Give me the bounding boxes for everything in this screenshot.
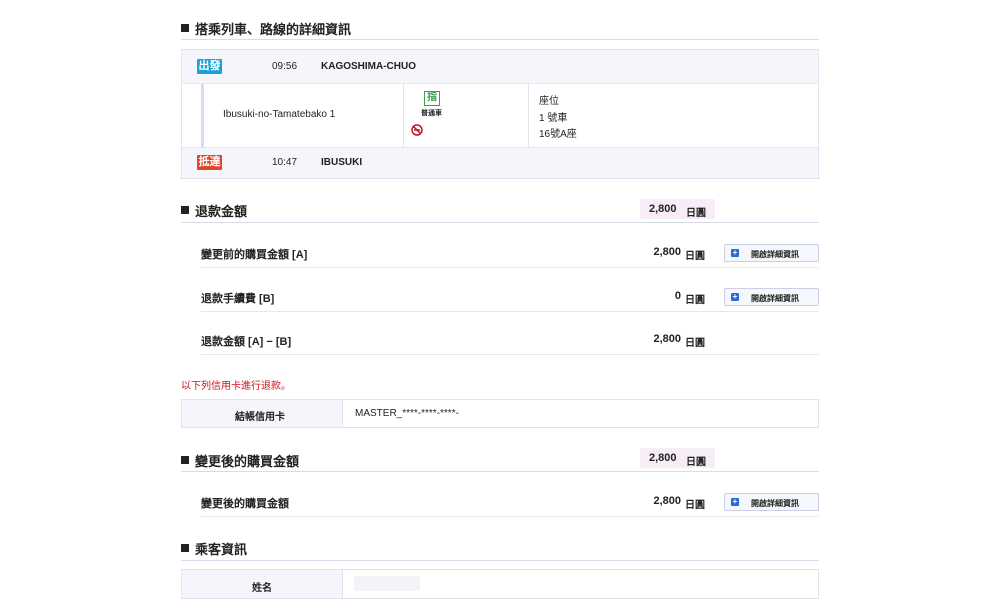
refund-section-header: 退款金額 (181, 200, 821, 222)
after-total-amount: 2,800 (649, 452, 677, 464)
refund-row-amount: 0 (674, 290, 681, 302)
departure-badge: 出發 (197, 59, 222, 74)
after-total-currency: 日圓 (686, 457, 706, 468)
column-divider (403, 84, 404, 147)
departure-row: 出發 09:56 KAGOSHIMA-CHUO (182, 50, 818, 83)
payment-card-label: 結帳信用卡 (235, 412, 285, 423)
car-class-label: 普通車 (421, 110, 442, 117)
divider (181, 39, 819, 40)
train-name: Ibusuki-no-Tamatebako 1 (223, 109, 336, 120)
refund-row-currency: 日圓 (685, 338, 705, 349)
route-line (201, 84, 204, 147)
open-details-label: 開啟詳細資訊 (751, 294, 799, 303)
open-details-button[interactable]: + 開啟詳細資訊 (724, 288, 819, 306)
after-row: 變更後的購買金額 2,800 日圓 + 開啟詳細資訊 (201, 489, 819, 517)
passenger-name-label: 姓名 (252, 583, 272, 594)
divider (181, 560, 819, 561)
departure-station: KAGOSHIMA-CHUO (321, 61, 416, 72)
arrival-badge: 抵達 (197, 155, 222, 170)
plus-icon: + (731, 497, 739, 506)
refund-row-before: 變更前的購買金額 [A] 2,800 日圓 + 開啟詳細資訊 (201, 240, 819, 268)
seat-car: 1 號車 (539, 113, 568, 124)
train-section-title: 搭乘列車、路線的詳細資訊 (195, 22, 352, 37)
divider (182, 83, 818, 84)
section-bullet-icon (181, 456, 189, 464)
arrival-station: IBUSUKI (321, 157, 363, 168)
refund-row-currency: 日圓 (685, 295, 705, 306)
divider (181, 471, 819, 472)
plus-icon: + (731, 292, 739, 301)
payment-card-label-cell: 結帳信用卡 (182, 400, 342, 427)
after-row-label: 變更後的購買金額 (201, 498, 289, 510)
divider (181, 222, 819, 223)
refund-row-amount: 2,800 (653, 246, 681, 258)
reserved-seat-icon: 指 (424, 91, 440, 106)
divider (201, 311, 819, 312)
refund-row-currency: 日圓 (685, 251, 705, 262)
refund-total-currency: 日圓 (686, 208, 706, 219)
refund-card-notice: 以下列信用卡進行退款。 (181, 381, 291, 392)
section-bullet-icon (181, 544, 189, 552)
refund-section-title: 退款金額 (195, 204, 248, 219)
refund-total-amount: 2,800 (649, 203, 677, 215)
section-bullet-icon (181, 24, 189, 32)
divider (201, 267, 819, 268)
seat-number: 16號A座 (539, 129, 577, 140)
refund-total-chip: 2,800 日圓 (640, 199, 715, 219)
open-details-label: 開啟詳細資訊 (751, 250, 799, 259)
arrival-row: 抵達 10:47 IBUSUKI (182, 148, 818, 178)
departure-time: 09:56 (272, 61, 298, 72)
divider (201, 354, 819, 355)
column-divider (342, 570, 343, 598)
no-smoking-icon (411, 123, 423, 136)
after-row-amount: 2,800 (653, 495, 681, 507)
passenger-name-box: 姓名 (181, 569, 819, 599)
train-section-header: 搭乘列車、路線的詳細資訊 (181, 18, 821, 40)
refund-row-amount: 2,800 (653, 333, 681, 345)
open-details-button[interactable]: + 開啟詳細資訊 (724, 493, 819, 511)
passenger-section-title: 乘客資訊 (195, 542, 248, 557)
after-total-chip: 2,800 日圓 (640, 448, 715, 468)
passenger-name-redacted (354, 576, 420, 591)
seat-label: 座位 (539, 96, 559, 107)
divider (201, 516, 819, 517)
passenger-name-label-cell: 姓名 (182, 570, 342, 598)
open-details-button[interactable]: + 開啟詳細資訊 (724, 244, 819, 262)
refund-row-net: 退款金額 [A] − [B] 2,800 日圓 (201, 327, 819, 355)
refund-row-label: 退款金額 [A] − [B] (201, 336, 292, 348)
after-section-header: 變更後的購買金額 (181, 450, 821, 472)
column-divider (528, 84, 529, 147)
plus-icon: + (731, 248, 739, 257)
open-details-label: 開啟詳細資訊 (751, 499, 799, 508)
after-section-title: 變更後的購買金額 (195, 454, 300, 469)
passenger-section-header: 乘客資訊 (181, 538, 821, 560)
payment-card-box: 結帳信用卡 MASTER_****-****-****- (181, 399, 819, 428)
refund-row-label: 退款手續費 [B] (201, 293, 275, 305)
payment-card-value: MASTER_****-****-****- (355, 408, 459, 419)
column-divider (342, 400, 343, 427)
refund-row-fee: 退款手續費 [B] 0 日圓 + 開啟詳細資訊 (201, 284, 819, 312)
arrival-time: 10:47 (272, 157, 298, 168)
train-details-box: 出發 09:56 KAGOSHIMA-CHUO Ibusuki-no-Tamat… (181, 49, 819, 179)
section-bullet-icon (181, 206, 189, 214)
after-row-currency: 日圓 (685, 500, 705, 511)
refund-row-label: 變更前的購買金額 [A] (201, 249, 308, 261)
